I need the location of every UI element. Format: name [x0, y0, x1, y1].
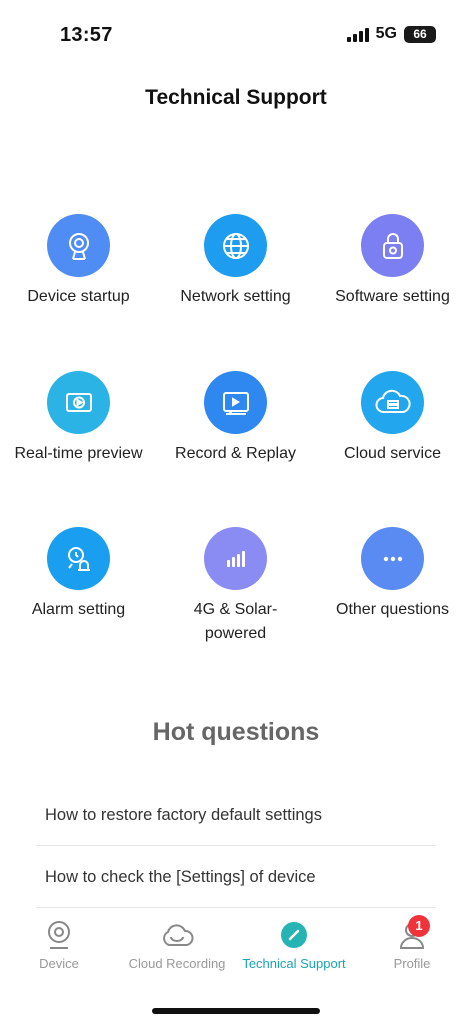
- tab-label: Technical Support: [242, 956, 346, 971]
- globe-icon: [204, 214, 267, 277]
- device-camera-icon: [18, 918, 100, 952]
- category-other-questions[interactable]: Other questions: [314, 527, 471, 622]
- video-play-icon: [47, 371, 110, 434]
- category-label: 4G & Solar-powered: [193, 601, 278, 642]
- category-network-setting[interactable]: Network setting: [157, 214, 314, 309]
- category-label: Cloud service: [344, 445, 441, 462]
- status-time: 13:57: [60, 24, 113, 46]
- signal-bars-icon: [204, 527, 267, 590]
- network-type: 5G: [375, 25, 397, 42]
- tab-label: Cloud Recording: [128, 956, 226, 971]
- status-indicators: 5G 66: [346, 25, 436, 43]
- tab-cloud-recording[interactable]: Cloud Recording: [122, 918, 232, 971]
- cloud-server-icon: [361, 371, 424, 434]
- category-record-replay[interactable]: Record & Replay: [157, 371, 314, 466]
- notification-badge: 1: [408, 915, 430, 937]
- category-cloud-service[interactable]: Cloud service: [314, 371, 471, 466]
- category-label: Real-time preview: [14, 445, 143, 462]
- category-label: Network setting: [180, 288, 291, 305]
- cellular-signal-icon: [346, 27, 369, 42]
- category-software-setting[interactable]: Software setting: [314, 214, 471, 309]
- lock-icon: [361, 214, 424, 277]
- category-label: Device startup: [27, 288, 130, 305]
- category-real-time-preview[interactable]: Real-time preview: [0, 371, 157, 466]
- battery-level: 66: [404, 25, 436, 43]
- more-dots-icon: [361, 527, 424, 590]
- battery-icon: 66: [404, 25, 436, 43]
- category-label: Alarm setting: [31, 601, 126, 618]
- support-icon: [236, 918, 352, 952]
- category-label: Software setting: [335, 288, 450, 305]
- tab-label: Profile: [393, 956, 431, 971]
- category-alarm-setting[interactable]: Alarm setting: [0, 527, 157, 622]
- camera-icon: [47, 214, 110, 277]
- tab-label: Device: [39, 956, 79, 971]
- hot-question-item[interactable]: How to check the [Settings] of device: [36, 846, 436, 908]
- alarm-icon: [47, 527, 110, 590]
- category-device-startup[interactable]: Device startup: [0, 214, 157, 309]
- cloud-icon: [122, 918, 232, 952]
- bottom-tab-bar: Device Cloud Recording Technical Support…: [0, 915, 472, 988]
- hot-questions-title: Hot questions: [152, 718, 320, 746]
- tab-technical-support[interactable]: Technical Support: [236, 918, 352, 971]
- hot-question-item[interactable]: How to restore factory default settings: [36, 784, 436, 846]
- home-indicator: [152, 1008, 320, 1014]
- tab-profile[interactable]: 1 Profile: [372, 915, 452, 971]
- status-bar: 13:57 5G 66: [0, 0, 472, 60]
- page-title: Technical Support: [145, 86, 327, 109]
- category-label: Other questions: [336, 601, 449, 618]
- replay-monitor-icon: [204, 371, 267, 434]
- tab-device[interactable]: Device: [18, 918, 100, 971]
- category-4g-solar[interactable]: 4G & Solar-powered: [157, 527, 314, 646]
- category-label: Record & Replay: [175, 445, 296, 462]
